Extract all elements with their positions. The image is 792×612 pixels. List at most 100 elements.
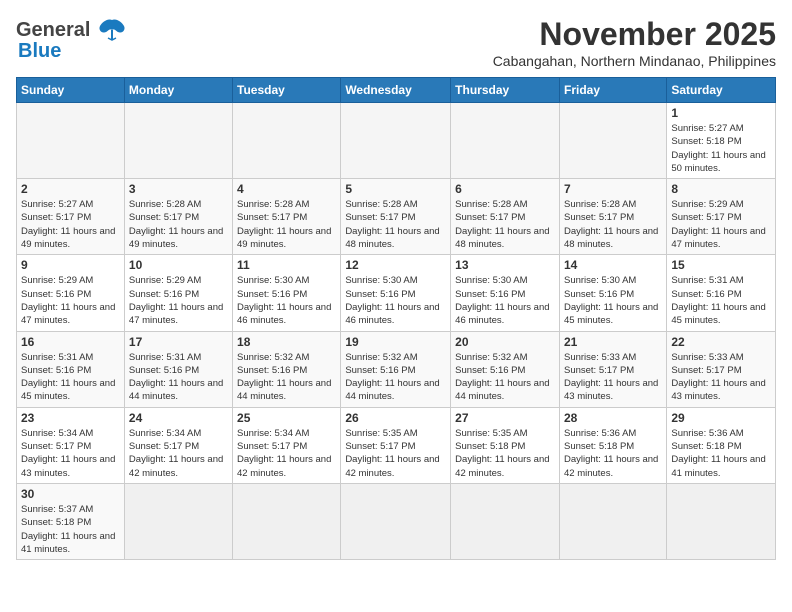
day-info: Sunrise: 5:31 AMSunset: 5:16 PMDaylight:… bbox=[21, 351, 120, 404]
table-row bbox=[559, 483, 666, 559]
header-tuesday: Tuesday bbox=[233, 78, 341, 103]
table-row: 4 Sunrise: 5:28 AMSunset: 5:17 PMDaylight… bbox=[233, 179, 341, 255]
day-number: 1 bbox=[671, 106, 771, 120]
header-saturday: Saturday bbox=[667, 78, 776, 103]
day-number: 25 bbox=[237, 411, 336, 425]
calendar-week-row: 1Sunrise: 5:27 AMSunset: 5:18 PMDaylight… bbox=[17, 103, 776, 179]
day-info: Sunrise: 5:30 AMSunset: 5:16 PMDaylight:… bbox=[237, 274, 336, 327]
table-row: 1Sunrise: 5:27 AMSunset: 5:18 PMDaylight… bbox=[667, 103, 776, 179]
day-info: Sunrise: 5:27 AMSunset: 5:17 PMDaylight:… bbox=[21, 198, 120, 251]
day-number: 19 bbox=[345, 335, 446, 349]
table-row: 13 Sunrise: 5:30 AMSunset: 5:16 PMDayligh… bbox=[451, 255, 560, 331]
logo-blue-text: Blue bbox=[18, 40, 61, 63]
day-number: 29 bbox=[671, 411, 771, 425]
table-row: 29 Sunrise: 5:36 AMSunset: 5:18 PMDayligh… bbox=[667, 407, 776, 483]
day-info: Sunrise: 5:29 AMSunset: 5:17 PMDaylight:… bbox=[671, 198, 771, 251]
table-row: 26Sunrise: 5:35 AMSunset: 5:17 PMDayligh… bbox=[341, 407, 451, 483]
header-friday: Friday bbox=[559, 78, 666, 103]
day-number: 22 bbox=[671, 335, 771, 349]
table-row bbox=[124, 103, 232, 179]
table-row: 22 Sunrise: 5:33 AMSunset: 5:17 PMDayligh… bbox=[667, 331, 776, 407]
day-number: 20 bbox=[455, 335, 555, 349]
day-number: 5 bbox=[345, 182, 446, 196]
day-info: Sunrise: 5:36 AMSunset: 5:18 PMDaylight:… bbox=[564, 427, 662, 480]
day-number: 23 bbox=[21, 411, 120, 425]
day-info: Sunrise: 5:31 AMSunset: 5:16 PMDaylight:… bbox=[129, 351, 228, 404]
table-row bbox=[451, 103, 560, 179]
table-row: 11 Sunrise: 5:30 AMSunset: 5:16 PMDayligh… bbox=[233, 255, 341, 331]
table-row: 9Sunrise: 5:29 AMSunset: 5:16 PMDaylight… bbox=[17, 255, 125, 331]
table-row: 7 Sunrise: 5:28 AMSunset: 5:17 PMDaylight… bbox=[559, 179, 666, 255]
table-row bbox=[341, 483, 451, 559]
day-info: Sunrise: 5:28 AMSunset: 5:17 PMDaylight:… bbox=[129, 198, 228, 251]
calendar-week-row: 2 Sunrise: 5:27 AMSunset: 5:17 PMDaylight… bbox=[17, 179, 776, 255]
logo: General Blue bbox=[16, 16, 130, 63]
day-info: Sunrise: 5:36 AMSunset: 5:18 PMDaylight:… bbox=[671, 427, 771, 480]
table-row bbox=[17, 103, 125, 179]
day-info: Sunrise: 5:30 AMSunset: 5:16 PMDaylight:… bbox=[564, 274, 662, 327]
table-row bbox=[233, 483, 341, 559]
table-row bbox=[451, 483, 560, 559]
day-number: 18 bbox=[237, 335, 336, 349]
day-info: Sunrise: 5:30 AMSunset: 5:16 PMDaylight:… bbox=[345, 274, 446, 327]
calendar-week-row: 16Sunrise: 5:31 AMSunset: 5:16 PMDayligh… bbox=[17, 331, 776, 407]
table-row: 21Sunrise: 5:33 AMSunset: 5:17 PMDayligh… bbox=[559, 331, 666, 407]
title-section: November 2025 Cabangahan, Northern Minda… bbox=[493, 16, 776, 69]
day-info: Sunrise: 5:33 AMSunset: 5:17 PMDaylight:… bbox=[564, 351, 662, 404]
day-number: 27 bbox=[455, 411, 555, 425]
logo-general-text: General bbox=[16, 19, 90, 42]
day-number: 3 bbox=[129, 182, 228, 196]
day-info: Sunrise: 5:29 AMSunset: 5:16 PMDaylight:… bbox=[21, 274, 120, 327]
header-sunday: Sunday bbox=[17, 78, 125, 103]
calendar-week-row: 23 Sunrise: 5:34 AMSunset: 5:17 PMDayligh… bbox=[17, 407, 776, 483]
day-number: 12 bbox=[345, 258, 446, 272]
day-info: Sunrise: 5:28 AMSunset: 5:17 PMDaylight:… bbox=[345, 198, 446, 251]
day-number: 7 bbox=[564, 182, 662, 196]
table-row bbox=[233, 103, 341, 179]
table-row: 25Sunrise: 5:34 AMSunset: 5:17 PMDayligh… bbox=[233, 407, 341, 483]
day-info: Sunrise: 5:28 AMSunset: 5:17 PMDaylight:… bbox=[564, 198, 662, 251]
month-title: November 2025 bbox=[493, 16, 776, 53]
day-info: Sunrise: 5:35 AMSunset: 5:18 PMDaylight:… bbox=[455, 427, 555, 480]
calendar-week-row: 30Sunrise: 5:37 AMSunset: 5:18 PMDayligh… bbox=[17, 483, 776, 559]
day-number: 24 bbox=[129, 411, 228, 425]
table-row: 2 Sunrise: 5:27 AMSunset: 5:17 PMDaylight… bbox=[17, 179, 125, 255]
table-row bbox=[124, 483, 232, 559]
table-row: 14 Sunrise: 5:30 AMSunset: 5:16 PMDayligh… bbox=[559, 255, 666, 331]
day-info: Sunrise: 5:28 AMSunset: 5:17 PMDaylight:… bbox=[455, 198, 555, 251]
table-row: 16Sunrise: 5:31 AMSunset: 5:16 PMDayligh… bbox=[17, 331, 125, 407]
day-info: Sunrise: 5:28 AMSunset: 5:17 PMDaylight:… bbox=[237, 198, 336, 251]
day-info: Sunrise: 5:34 AMSunset: 5:17 PMDaylight:… bbox=[129, 427, 228, 480]
logo-bird-icon bbox=[94, 16, 130, 44]
table-row: 18 Sunrise: 5:32 AMSunset: 5:16 PMDayligh… bbox=[233, 331, 341, 407]
day-info: Sunrise: 5:33 AMSunset: 5:17 PMDaylight:… bbox=[671, 351, 771, 404]
header-thursday: Thursday bbox=[451, 78, 560, 103]
day-info: Sunrise: 5:32 AMSunset: 5:16 PMDaylight:… bbox=[455, 351, 555, 404]
table-row: 19Sunrise: 5:32 AMSunset: 5:16 PMDayligh… bbox=[341, 331, 451, 407]
day-number: 14 bbox=[564, 258, 662, 272]
header-monday: Monday bbox=[124, 78, 232, 103]
table-row bbox=[667, 483, 776, 559]
table-row: 23 Sunrise: 5:34 AMSunset: 5:17 PMDayligh… bbox=[17, 407, 125, 483]
day-number: 4 bbox=[237, 182, 336, 196]
header-wednesday: Wednesday bbox=[341, 78, 451, 103]
page-header: General Blue November 2025 Cabangahan, N… bbox=[16, 16, 776, 69]
table-row: 17Sunrise: 5:31 AMSunset: 5:16 PMDayligh… bbox=[124, 331, 232, 407]
table-row: 12 Sunrise: 5:30 AMSunset: 5:16 PMDayligh… bbox=[341, 255, 451, 331]
day-number: 15 bbox=[671, 258, 771, 272]
day-info: Sunrise: 5:37 AMSunset: 5:18 PMDaylight:… bbox=[21, 503, 120, 556]
table-row: 6Sunrise: 5:28 AMSunset: 5:17 PMDaylight… bbox=[451, 179, 560, 255]
day-info: Sunrise: 5:34 AMSunset: 5:17 PMDaylight:… bbox=[21, 427, 120, 480]
day-number: 11 bbox=[237, 258, 336, 272]
day-number: 2 bbox=[21, 182, 120, 196]
day-number: 8 bbox=[671, 182, 771, 196]
table-row: 15 Sunrise: 5:31 AMSunset: 5:16 PMDayligh… bbox=[667, 255, 776, 331]
day-number: 13 bbox=[455, 258, 555, 272]
day-info: Sunrise: 5:32 AMSunset: 5:16 PMDaylight:… bbox=[237, 351, 336, 404]
day-info: Sunrise: 5:30 AMSunset: 5:16 PMDaylight:… bbox=[455, 274, 555, 327]
day-number: 28 bbox=[564, 411, 662, 425]
day-info: Sunrise: 5:31 AMSunset: 5:16 PMDaylight:… bbox=[671, 274, 771, 327]
table-row: 20 Sunrise: 5:32 AMSunset: 5:16 PMDayligh… bbox=[451, 331, 560, 407]
table-row: 27 Sunrise: 5:35 AMSunset: 5:18 PMDayligh… bbox=[451, 407, 560, 483]
table-row bbox=[559, 103, 666, 179]
